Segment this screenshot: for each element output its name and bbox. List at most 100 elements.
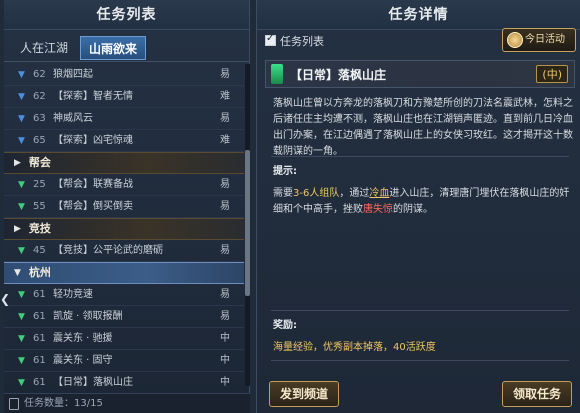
green-arrow-icon: ▼: [18, 179, 25, 190]
chevron-down-icon: ▼: [14, 268, 21, 278]
detail-toolbar: 任务列表 今日活动: [257, 28, 580, 54]
quest-row-name: 神威风云: [53, 112, 93, 124]
hint-text: 的阴谋。: [393, 204, 433, 215]
today-activity-button[interactable]: 今日活动: [502, 28, 576, 52]
category-name: 帮会: [28, 156, 51, 169]
category-name: 杭州: [28, 266, 51, 279]
quest-level: 62: [33, 68, 46, 80]
quest-level: 61: [33, 376, 46, 387]
hint-text: 需要: [273, 188, 293, 199]
quest-detail-title: 任务详情: [257, 0, 580, 30]
chevron-right-icon: ▶: [14, 224, 21, 234]
collapse-left-arrow-icon[interactable]: ❮: [0, 292, 10, 306]
quest-row[interactable]: ▼ 61 震关东 · 驰援 中: [4, 328, 244, 350]
activity-medal-icon: [507, 32, 523, 48]
quest-level: 61: [33, 310, 46, 322]
quest-row[interactable]: ▼ 65 【探索】凶宅惊魂 难: [4, 130, 244, 152]
quest-difficulty: 易: [220, 244, 230, 256]
quest-header: 【日常】落枫山庄 (中): [265, 60, 575, 88]
quest-level: 55: [33, 200, 46, 212]
quest-row[interactable]: ▼ 25 【帮会】联赛备战 易: [4, 174, 244, 196]
quest-rank-badge: (中): [536, 65, 568, 83]
quest-row[interactable]: ▼ 61 震关东 · 固守 中: [4, 350, 244, 372]
quest-list-title: 任务列表: [4, 0, 249, 30]
accept-quest-button[interactable]: 领取任务: [502, 381, 572, 407]
quest-name: 【日常】落枫山庄: [290, 68, 387, 82]
reward-label: 奖励:: [273, 320, 297, 331]
tab-shan-yu-yu-lai[interactable]: 山雨欲来: [80, 36, 147, 60]
quest-detail-panel: 任务详情 任务列表 今日活动 【日常】落枫山庄 (中) 落枫山庄曾以方奔龙的落枫…: [256, 0, 580, 413]
quest-hint: 需要3-6人组队，通过冷血进入山庄，清理唐门埋伏在落枫山庄的奸细和个中高手，挫败…: [273, 186, 573, 218]
quest-row-name: 轻功竞速: [53, 288, 93, 300]
quest-count: 任务数量：13/15: [4, 393, 250, 413]
quest-row[interactable]: ▼ 62 【探索】智者无情 难: [4, 86, 244, 108]
quest-row[interactable]: ▼ 61 轻功竞速 易: [4, 284, 244, 306]
quest-list-checkbox[interactable]: [265, 33, 276, 46]
quest-row-name: 【探索】凶宅惊魂: [53, 134, 133, 146]
green-arrow-icon: ▼: [18, 311, 25, 322]
category-header[interactable]: ▶ 竞技: [4, 218, 244, 240]
divider: [271, 310, 569, 311]
quest-difficulty: 易: [220, 200, 230, 212]
hint-boss-name: 唐失惊: [363, 204, 393, 215]
blue-arrow-icon: ▼: [18, 135, 25, 146]
quest-difficulty: 难: [220, 134, 230, 146]
quest-row[interactable]: ▼ 62 狼烟四起 易: [4, 64, 244, 86]
green-arrow-icon: ▼: [18, 377, 25, 387]
quest-row-name: 【日常】落枫山庄: [53, 376, 133, 387]
quest-row-name: 震关东 · 固守: [53, 354, 113, 366]
quest-difficulty: 中: [220, 354, 230, 366]
quest-row[interactable]: ▼ 55 【帮会】倒买倒卖 易: [4, 196, 244, 218]
green-arrow-icon: ▼: [18, 245, 25, 256]
green-arrow-icon: ▼: [18, 333, 25, 344]
document-icon: [9, 398, 19, 410]
quest-row[interactable]: ▼ 45 【竞技】公平论武的磨砺 易: [4, 240, 244, 262]
quest-row[interactable]: ▼ 63 神威风云 易: [4, 108, 244, 130]
quest-tabs: 人在江湖 山雨欲来: [4, 30, 249, 62]
hint-npc-link[interactable]: 冷血: [369, 188, 389, 199]
quest-row-name: 【帮会】倒买倒卖: [53, 200, 133, 212]
tab-ren-zai-jiang-hu[interactable]: 人在江湖: [12, 36, 76, 60]
quest-level: 25: [33, 178, 46, 190]
quest-row[interactable]: ▼ 61 凯旋 · 领取报酬 易: [4, 306, 244, 328]
quest-row-name: 凯旋 · 领取报酬: [53, 310, 123, 322]
green-arrow-icon: ▼: [18, 289, 25, 300]
quest-list-panel: 任务列表 人在江湖 山雨欲来 ▼ 62 狼烟四起易 ▼ 62 【探索】智者无情难 ▼ 63 神威…: [4, 0, 250, 413]
quest-description: 落枫山庄曾以方奔龙的落枫刀和方豫楚所创的刀法名震武林，怎料之后诸任庄主均遭不测，…: [273, 98, 573, 157]
quest-row[interactable]: ▼ 61 【日常】落枫山庄 中: [4, 372, 244, 387]
quest-row-name: 【帮会】联赛备战: [53, 178, 133, 190]
quest-row-name: 狼烟四起: [53, 68, 93, 80]
blue-arrow-icon: ▼: [18, 69, 25, 80]
quest-level: 63: [33, 112, 46, 124]
send-to-channel-button[interactable]: 发到频道: [269, 381, 339, 407]
today-activity-label: 今日活动: [525, 34, 565, 45]
green-arrow-icon: ▼: [18, 355, 25, 366]
quest-row-name: 【竞技】公平论武的磨砺: [53, 244, 163, 256]
quest-difficulty: 中: [220, 332, 230, 344]
hint-team-size: 3-6人组队: [293, 188, 340, 199]
divider: [271, 360, 569, 361]
category-header[interactable]: ▼ 杭州: [4, 262, 244, 284]
quest-difficulty: 易: [220, 178, 230, 190]
divider: [271, 156, 569, 157]
blue-arrow-icon: ▼: [18, 91, 25, 102]
quest-difficulty: 易: [220, 288, 230, 300]
hint-label: 提示:: [273, 166, 297, 177]
quest-level: 61: [33, 354, 46, 366]
quest-list-checkbox-label: 任务列表: [280, 35, 324, 48]
quest-row-name: 震关东 · 驰援: [53, 332, 113, 344]
scrollbar-thumb[interactable]: [245, 150, 250, 296]
quest-difficulty: 易: [220, 68, 230, 80]
category-name: 竞技: [28, 222, 51, 235]
quest-difficulty: 易: [220, 310, 230, 322]
quest-difficulty: 易: [220, 112, 230, 124]
quest-difficulty: 中: [220, 376, 230, 387]
blue-arrow-icon: ▼: [18, 113, 25, 124]
quest-level: 62: [33, 90, 46, 102]
quest-level: 61: [33, 332, 46, 344]
category-header[interactable]: ▶ 帮会: [4, 152, 244, 174]
quest-count-text: 任务数量：13/15: [24, 398, 103, 409]
quest-difficulty: 难: [220, 90, 230, 102]
quest-scroll-icon: [271, 64, 283, 84]
quest-list-scrollbar[interactable]: [245, 64, 250, 386]
